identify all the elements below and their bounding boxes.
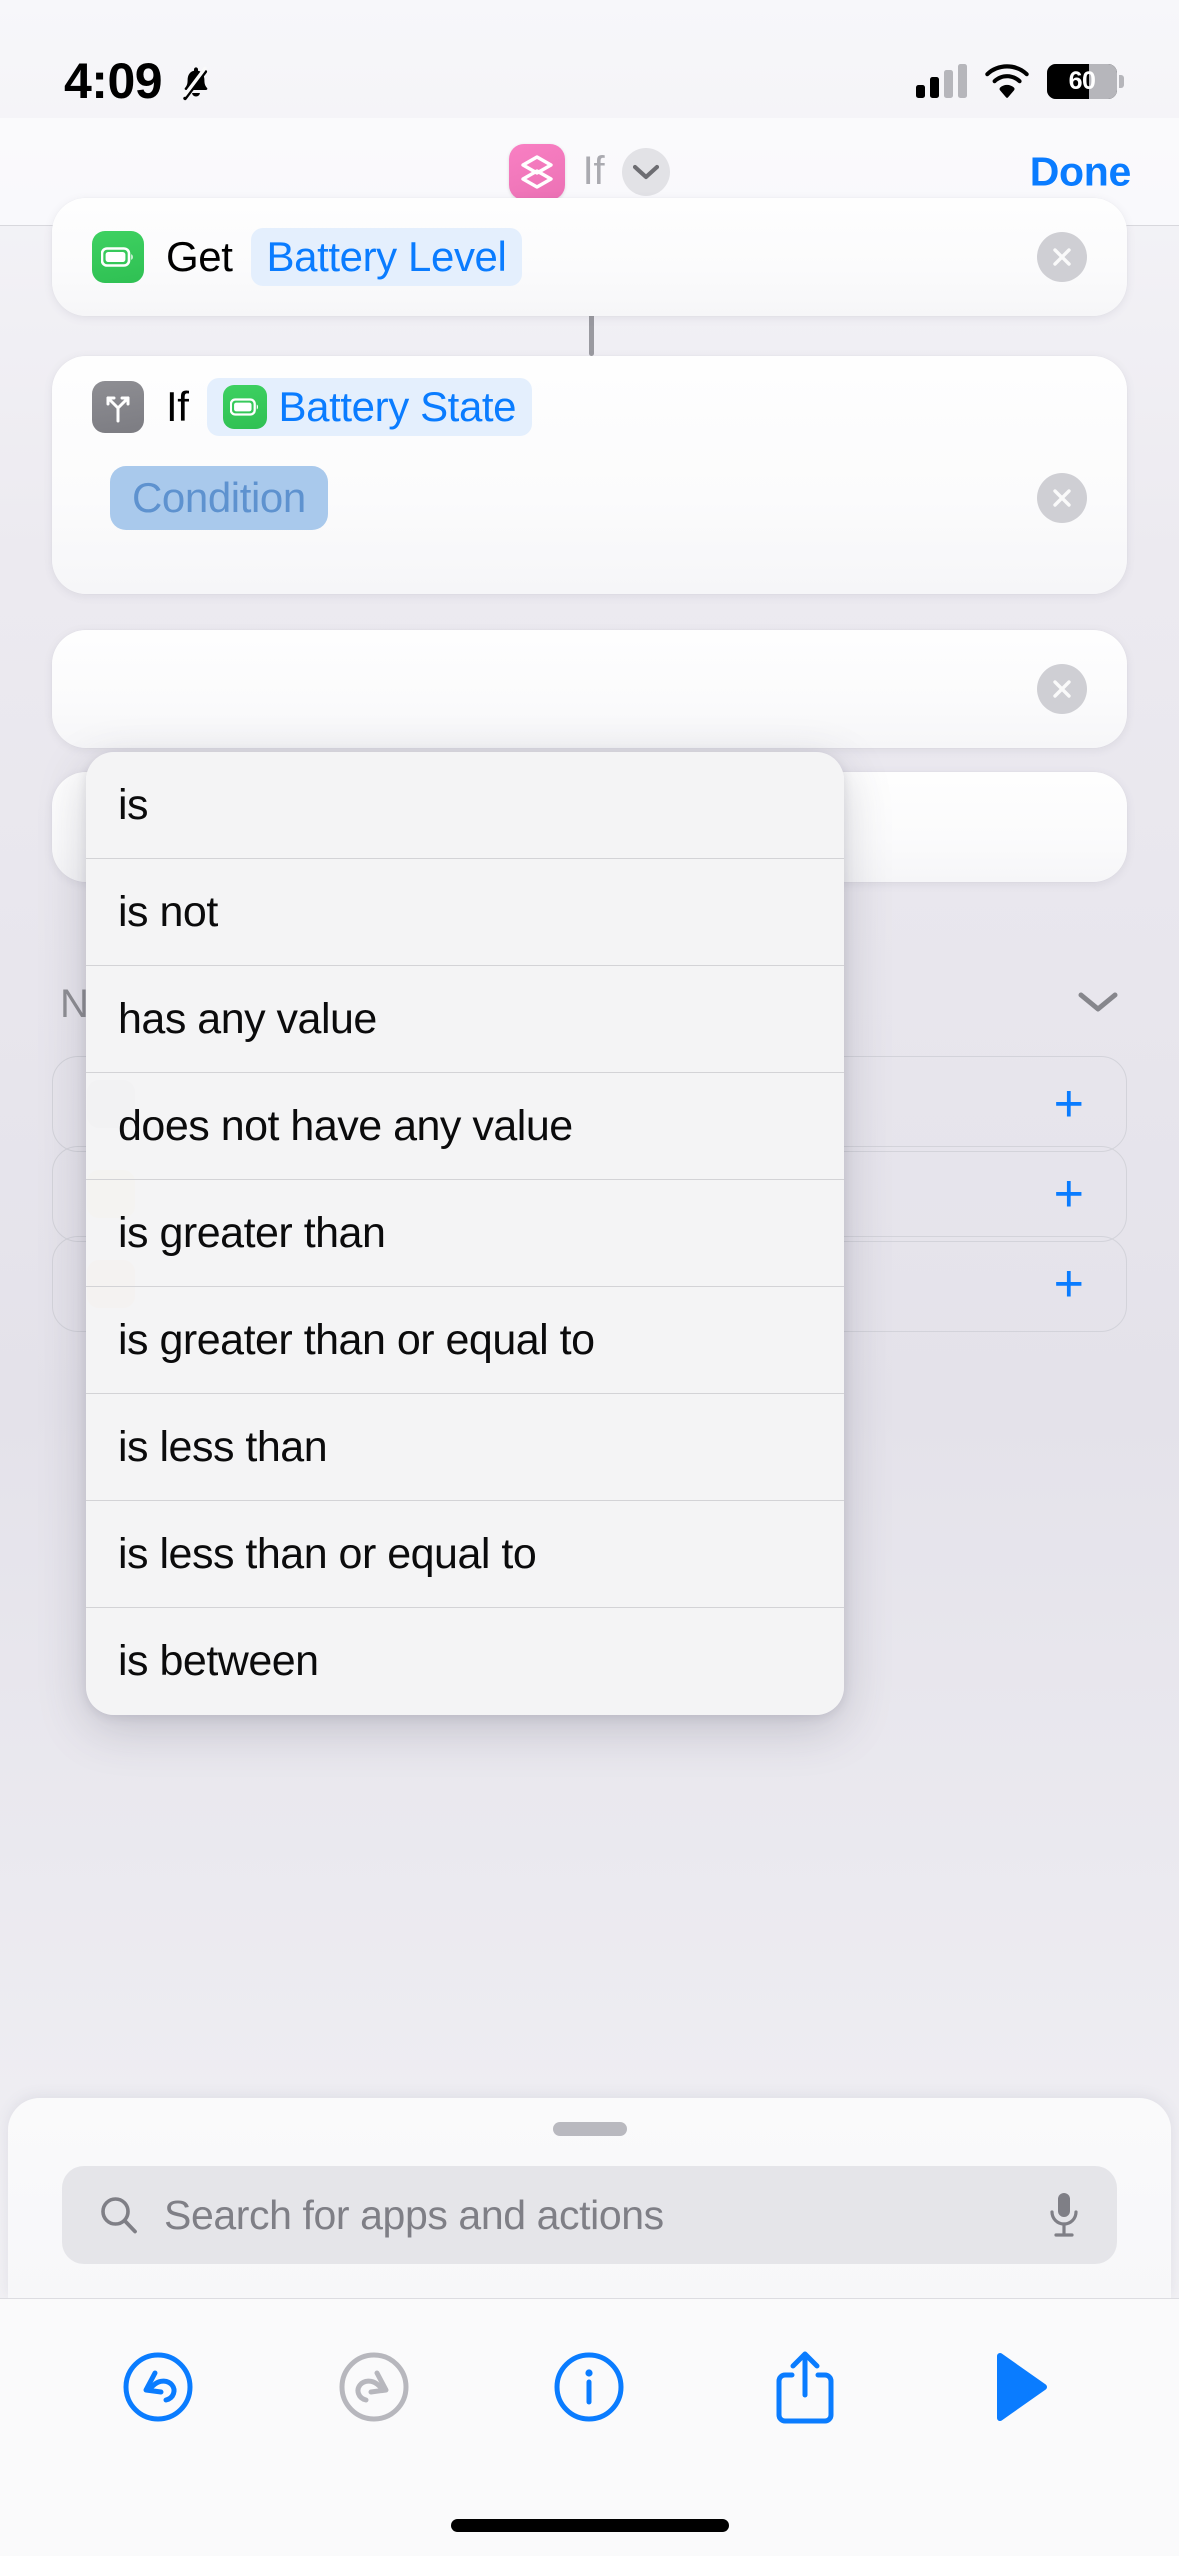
chevron-down-icon[interactable] bbox=[1077, 990, 1119, 1019]
search-icon bbox=[101, 2197, 137, 2234]
wifi-icon bbox=[985, 64, 1029, 98]
search-input[interactable]: Search for apps and actions bbox=[62, 2166, 1117, 2264]
token-label: Battery State bbox=[278, 383, 517, 430]
condition-menu-item-label: is less than or equal to bbox=[118, 1529, 537, 1578]
chevron-down-icon[interactable] bbox=[622, 147, 671, 196]
undo-icon bbox=[123, 2352, 193, 2422]
action-card-if-battery-state[interactable]: If Battery State Condition bbox=[52, 356, 1127, 594]
status-bar-left: 4:09 bbox=[64, 56, 216, 106]
redo-icon bbox=[339, 2352, 409, 2422]
home-indicator bbox=[450, 2519, 729, 2532]
condition-menu-item[interactable]: is greater than or equal to bbox=[86, 1287, 844, 1394]
condition-menu-item-label: has any value bbox=[118, 994, 377, 1043]
battery-percent-label: 60 bbox=[1068, 66, 1096, 95]
plus-icon[interactable]: + bbox=[1054, 1168, 1084, 1220]
section-title: N bbox=[60, 981, 89, 1026]
condition-menu-item-label: is greater than bbox=[118, 1208, 386, 1257]
undo-button[interactable] bbox=[108, 2337, 208, 2437]
info-icon bbox=[554, 2352, 624, 2422]
shortcuts-layers-icon bbox=[508, 143, 565, 200]
condition-menu-item-label: is bbox=[118, 780, 149, 829]
status-time: 4:09 bbox=[64, 53, 163, 109]
sheet-grabber[interactable] bbox=[552, 2122, 627, 2136]
search-placeholder: Search for apps and actions bbox=[164, 2191, 664, 2238]
condition-menu-item-label: is not bbox=[118, 887, 218, 936]
condition-field[interactable]: Condition bbox=[110, 466, 328, 530]
action-search-sheet: Search for apps and actions bbox=[8, 2098, 1171, 2298]
action-connector bbox=[589, 310, 594, 356]
condition-menu-item[interactable]: has any value bbox=[86, 966, 844, 1073]
close-circle-icon[interactable] bbox=[1037, 664, 1087, 714]
branch-icon bbox=[92, 381, 144, 433]
token-label: Battery Level bbox=[266, 233, 507, 280]
close-circle-icon[interactable] bbox=[1037, 232, 1087, 282]
play-button[interactable] bbox=[971, 2337, 1071, 2437]
action-verb: Get bbox=[166, 233, 233, 280]
condition-menu-item[interactable]: is less than bbox=[86, 1394, 844, 1501]
condition-menu-item[interactable]: is less than or equal to bbox=[86, 1501, 844, 1608]
done-button[interactable]: Done bbox=[1030, 148, 1132, 195]
bell-slash-icon bbox=[183, 66, 208, 101]
plus-icon[interactable]: + bbox=[1054, 1258, 1084, 1310]
condition-menu-item[interactable]: is between bbox=[86, 1608, 844, 1715]
battery-icon bbox=[222, 385, 267, 429]
microphone-icon[interactable] bbox=[1047, 2191, 1081, 2239]
share-button[interactable] bbox=[755, 2337, 855, 2437]
condition-menu-item-label: is greater than or equal to bbox=[118, 1315, 595, 1364]
condition-operator-menu[interactable]: is is not has any value does not have any v… bbox=[86, 752, 844, 1715]
condition-menu-item-label: does not have any value bbox=[118, 1101, 573, 1150]
cellular-bars-icon bbox=[916, 64, 967, 98]
plus-icon[interactable]: + bbox=[1054, 1078, 1084, 1130]
status-bar: 4:09 60 bbox=[0, 0, 1179, 118]
action-verb: If bbox=[166, 383, 189, 430]
bottom-toolbar bbox=[0, 2298, 1179, 2556]
condition-menu-item[interactable]: is bbox=[86, 752, 844, 859]
action-card-get-battery-level[interactable]: Get Battery Level bbox=[52, 198, 1127, 316]
page-title: If bbox=[582, 149, 605, 193]
battery-icon bbox=[92, 231, 144, 283]
condition-menu-item[interactable]: does not have any value bbox=[86, 1073, 844, 1180]
condition-menu-item-label: is between bbox=[118, 1637, 319, 1685]
battery-status-icon: 60 bbox=[1047, 63, 1124, 99]
info-button[interactable] bbox=[539, 2337, 639, 2437]
share-icon bbox=[776, 2351, 834, 2424]
action-card-obscured-1[interactable] bbox=[52, 630, 1127, 748]
nav-title-group[interactable]: If bbox=[508, 143, 671, 200]
action-token-battery-level[interactable]: Battery Level bbox=[250, 228, 523, 286]
condition-menu-item[interactable]: is greater than bbox=[86, 1180, 844, 1287]
condition-menu-item-label: is less than bbox=[118, 1422, 328, 1471]
condition-menu-item[interactable]: is not bbox=[86, 859, 844, 966]
status-bar-right: 60 bbox=[916, 63, 1124, 99]
redo-button[interactable] bbox=[324, 2337, 424, 2437]
close-circle-icon[interactable] bbox=[1037, 473, 1087, 523]
action-token-battery-state[interactable]: Battery State bbox=[206, 378, 533, 436]
play-icon bbox=[997, 2353, 1048, 2421]
